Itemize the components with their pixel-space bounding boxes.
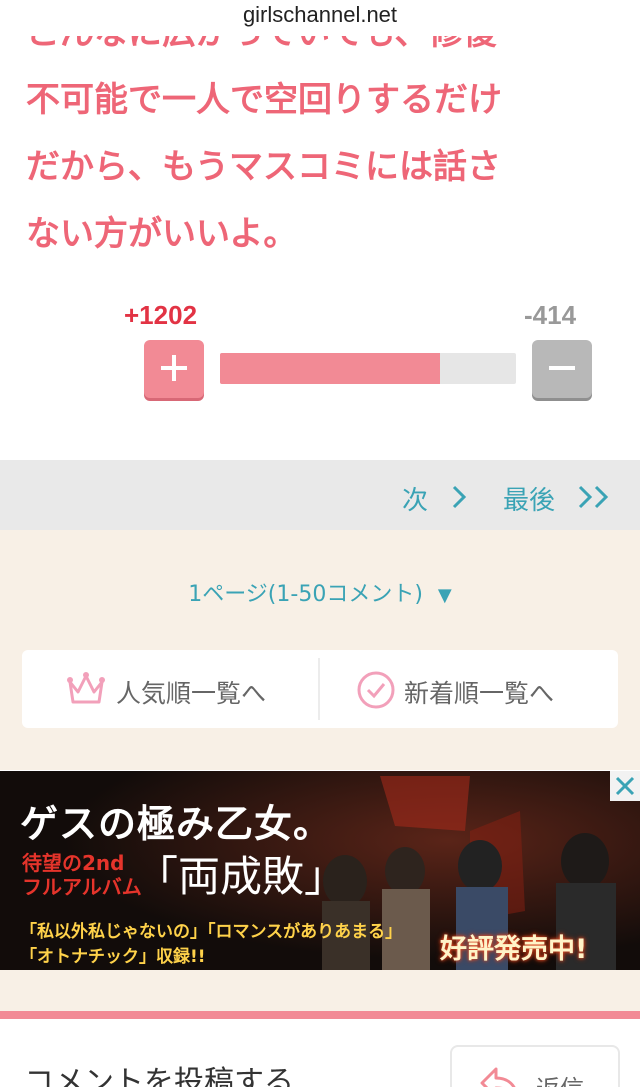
double-chevron-right-icon[interactable] — [576, 484, 614, 510]
comment-body: こんなに広がっていても、修復 不可能で一人で空回りするだけ だから、もうマスコミ… — [26, 36, 626, 268]
ad-close-button[interactable] — [610, 771, 640, 801]
clock-icon — [357, 671, 395, 709]
ad-sale-text: 好評発売中! — [440, 934, 588, 965]
ad-songs-line2: 「オトナチック」収録!! — [20, 947, 206, 967]
ad-artist-title: ゲスの極み乙女。 — [20, 802, 333, 846]
minus-vote-count: -414 — [524, 300, 577, 330]
plus-icon — [161, 355, 187, 381]
spacer — [0, 970, 640, 1012]
advertisement-banner[interactable]: ゲスの極み乙女。 待望の2nd フルアルバム 「両成敗」 「私以外私じゃないの」… — [0, 771, 640, 970]
popular-order-label: 人気順一覧へ — [116, 679, 267, 708]
popular-order-button[interactable]: 人気順一覧へ — [22, 650, 318, 728]
reply-label: 返信 — [536, 1069, 584, 1087]
minus-icon — [549, 366, 575, 370]
last-label: 最後 — [503, 486, 556, 516]
comment-item: こんなに広がっていても、修復 不可能で一人で空回りするだけ だから、もうマスコミ… — [0, 36, 640, 460]
newest-order-button[interactable]: 新着順一覧へ — [320, 650, 618, 728]
page-select-label: 1ページ(1-50コメント) — [188, 582, 423, 607]
newest-order-label: 新着順一覧へ — [404, 679, 555, 708]
ad-album-title: 「両成敗」 — [136, 852, 347, 901]
post-comment-section: コメントを投稿する 返信 — [0, 1019, 640, 1087]
ad-songs-line1: 「私以外私じゃないの」「ロマンスがありあまる」 — [20, 922, 403, 942]
comment-line: だから、もうマスコミには話さ — [26, 147, 501, 187]
post-comment-title: コメントを投稿する — [24, 1065, 294, 1087]
section-divider — [0, 1011, 640, 1019]
comment-line: 不可能で一人で空回りするだけ — [26, 80, 502, 120]
plus-vote-count: +1202 — [124, 300, 198, 330]
address-bar[interactable]: girlschannel.net — [0, 0, 640, 36]
crown-icon — [67, 672, 105, 704]
chevron-right-icon[interactable] — [450, 484, 468, 510]
last-page-link[interactable]: 最後 — [503, 480, 555, 517]
next-label: 次 — [402, 486, 429, 516]
page-select-dropdown[interactable]: 1ページ(1-50コメント) ▼ — [0, 576, 640, 608]
sort-options: 人気順一覧へ 新着順一覧へ — [22, 650, 618, 728]
minus-vote-button[interactable] — [532, 340, 592, 398]
url-text: girlschannel.net — [242, 2, 398, 27]
comment-line: ない方がいいよ。 — [26, 214, 298, 254]
triangle-down-icon: ▼ — [437, 585, 452, 606]
reply-button[interactable]: 返信 — [450, 1045, 620, 1087]
close-icon — [615, 776, 635, 796]
comment-line: こんなに広がっていても、修復 — [26, 36, 626, 67]
next-page-link[interactable]: 次 — [402, 480, 428, 517]
comment-pager: 次 最後 — [0, 460, 640, 530]
comment-navigation-area: 1ページ(1-50コメント) ▼ 人気順一覧へ 新着順一覧へ — [0, 530, 640, 770]
vote-ratio-fill — [220, 353, 441, 384]
ad-subtitle-line2: フルアルバム — [22, 875, 142, 899]
plus-vote-button[interactable] — [144, 340, 204, 398]
vote-ratio-bar — [220, 353, 516, 384]
reply-icon — [480, 1067, 516, 1087]
